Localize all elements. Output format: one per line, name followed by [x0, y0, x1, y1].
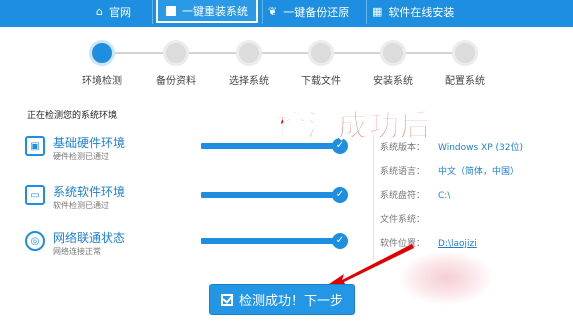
step-label: 选择系统 — [229, 76, 269, 87]
step-label: 备份资料 — [156, 76, 196, 87]
grid-icon: ▦ — [372, 5, 383, 18]
check-subtitle: 网络连接正常 — [53, 247, 101, 256]
home-icon: ⌂ — [96, 5, 103, 18]
nav-backup-restore[interactable]: ❦ 一键备份还原 — [268, 0, 349, 23]
check-item-software: ▭ 系统软件环境 软件检测已通过 ✓ — [25, 183, 355, 215]
info-value: C:\ — [438, 191, 451, 201]
next-step-button[interactable]: 检测成功！下一步 — [209, 284, 355, 315]
nav-one-click-install-label: 一键重装系统 — [182, 4, 248, 18]
annotation-overlay-text: 检测成功后 — [276, 109, 431, 145]
info-row-language: 系统语言： 中文（简体，中国） — [380, 164, 519, 177]
step-select-system: 选择系统 — [209, 40, 289, 87]
step-label: 下载文件 — [301, 76, 341, 87]
step-dot — [380, 40, 406, 66]
nav-home[interactable]: ⌂ 官网 — [96, 0, 131, 23]
step-download: 下载文件 — [281, 40, 361, 87]
nav-software-install-label: 软件在线安装 — [388, 5, 455, 19]
check-ok-icon: ✓ — [332, 187, 348, 203]
globe-icon: ◎ — [25, 231, 45, 251]
step-install: 安装系统 — [353, 40, 433, 87]
info-row-drive: 系统盘符： C:\ — [380, 188, 450, 201]
nav-separator — [366, 0, 367, 24]
step-dot — [163, 40, 189, 66]
software-location-link[interactable]: D:\laojizi — [438, 239, 477, 249]
windows-icon — [166, 5, 176, 16]
info-row-filesystem: 文件系统： — [380, 212, 438, 225]
top-nav-bar: ⌂ 官网 一键重装系统 ❦ 一键备份还原 ▦ 软件在线安装 — [0, 0, 573, 27]
nav-separator — [152, 0, 153, 24]
monitor-icon: ▭ — [25, 185, 45, 205]
info-key: 系统盘符： — [380, 191, 426, 201]
step-dot — [89, 40, 115, 66]
nav-one-click-install[interactable]: 一键重装系统 — [156, 0, 258, 23]
twitter-bird-icon: ❦ — [268, 5, 278, 18]
step-backup: 备份资料 — [136, 40, 216, 87]
check-subtitle: 硬件检测已通过 — [53, 152, 109, 161]
check-title: 系统软件环境 — [53, 185, 126, 199]
nav-software-install[interactable]: ▦ 软件在线安装 — [372, 0, 454, 23]
step-env-check: 环境检测 — [62, 40, 142, 87]
nav-backup-restore-label: 一键备份还原 — [283, 5, 350, 19]
step-configure: 配置系统 — [425, 40, 505, 87]
next-step-label: 检测成功！下一步 — [238, 294, 343, 309]
step-label: 安装系统 — [373, 76, 413, 87]
section-title: 正在检测您的系统环境 — [27, 111, 118, 121]
info-value: 中文（简体，中国） — [438, 167, 520, 177]
step-label: 环境检测 — [82, 76, 122, 87]
step-dot — [452, 40, 478, 66]
info-key: 系统语言： — [380, 167, 426, 177]
nav-separator — [262, 0, 263, 24]
hardware-icon: ▣ — [25, 136, 45, 156]
step-dot — [236, 40, 262, 66]
info-key: 文件系统： — [380, 215, 426, 225]
info-value: Windows XP (32位) — [438, 143, 523, 153]
step-dot — [308, 40, 334, 66]
check-title: 网络联通状态 — [53, 231, 126, 245]
step-label: 配置系统 — [445, 76, 485, 87]
check-subtitle: 软件检测已通过 — [53, 201, 109, 210]
checkbox-icon — [220, 293, 233, 306]
progress-bar — [201, 192, 344, 198]
nav-home-label: 官网 — [108, 5, 131, 19]
check-title: 基础硬件环境 — [53, 136, 126, 150]
